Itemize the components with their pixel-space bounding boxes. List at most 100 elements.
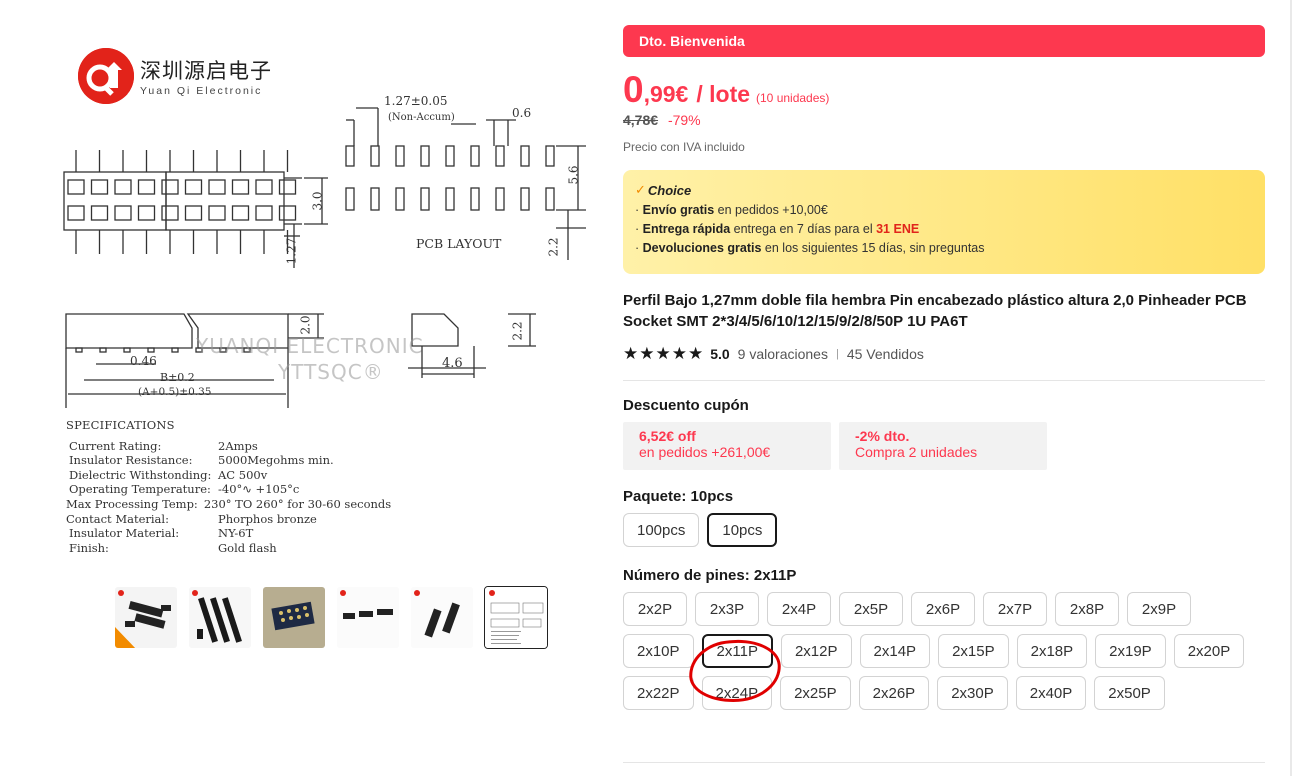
dim-b: B±0.2 (160, 371, 195, 384)
product-title: Perfil Bajo 1,27mm doble fila hembra Pin… (623, 292, 1247, 330)
contact-square (231, 179, 250, 195)
package-option-10pcs[interactable]: 10pcs (707, 513, 778, 547)
spec-row: Current Rating: 2Amps (66, 439, 391, 454)
thumbnail-1[interactable] (114, 586, 178, 649)
pin-option-2x10p[interactable]: 2x10P (623, 634, 694, 668)
original-price: 4,78€ (623, 112, 659, 128)
pin-option-2x4p[interactable]: 2x4P (767, 592, 831, 626)
benefit-free-returns: · Devoluciones gratis en los siguientes … (635, 241, 985, 255)
coupon-card[interactable]: 6,52€ off en pedidos +261,00€ (623, 422, 831, 470)
contact-square (184, 179, 203, 195)
front-pin (99, 347, 107, 353)
choice-benefits-box[interactable]: ✓ Choice · Envío gratis en pedidos +10,0… (623, 170, 1265, 274)
pin-option-2x6p[interactable]: 2x6P (911, 592, 975, 626)
product-main-image[interactable]: 深圳源启电子 Yuan Qi Electronic 1.27±0.05 (Non… (56, 28, 596, 578)
pin-option-2x18p[interactable]: 2x18P (1016, 634, 1088, 668)
contact-square (114, 179, 132, 195)
benefit-free-shipping: · Envío gratis en pedidos +10,00€ (635, 203, 828, 217)
spec-row: Max Processing Temp: 230° TO 260° for 30-… (66, 497, 391, 512)
spec-row: Finish: Gold flash (66, 541, 391, 556)
product-info-panel: Dto. Bienvenida 0 ,99€ / lote (10 unidad… (623, 25, 1265, 710)
contact-square (255, 179, 273, 195)
dim-a: (A+0.5)±0.35 (138, 386, 212, 398)
delivery-date: 31 ENE (876, 222, 920, 236)
thumbnail-6-selected[interactable] (484, 586, 548, 649)
sold-count: 45 Vendidos (846, 346, 924, 362)
pcb-pad (395, 187, 405, 211)
spec-key: Insulator Resistance: (69, 453, 193, 468)
thumbnail-2[interactable] (188, 586, 252, 649)
dim-1-27: 1.27 (284, 237, 299, 265)
thumbnail-5[interactable] (410, 586, 474, 649)
contact-square (90, 205, 109, 221)
pcb-pad (445, 145, 455, 167)
contact-square (278, 205, 297, 221)
pin-option-2x22p[interactable]: 2x22P (623, 676, 694, 710)
dim-5-6: 5.6 (566, 165, 581, 185)
pcb-pad (370, 145, 380, 167)
front-pin (123, 347, 131, 353)
pin-option-2x25p[interactable]: 2x25P (780, 676, 851, 710)
spec-key: Operating Temperature: (69, 482, 211, 497)
divider (623, 762, 1265, 763)
pin-option-2x15p[interactable]: 2x15P (938, 634, 1009, 668)
pcb-pad (395, 145, 405, 167)
contact-square (231, 205, 250, 221)
pin-option-2x50p[interactable]: 2x50P (1094, 676, 1165, 710)
dim-4-6: 4.6 (442, 356, 463, 371)
coupon-card[interactable]: -2% dto. Compra 2 unidades (839, 422, 1047, 470)
choice-title: Choice (647, 182, 692, 198)
pin-option-2x7p[interactable]: 2x7P (983, 592, 1047, 626)
pin-option-2x14p[interactable]: 2x14P (859, 634, 931, 668)
pcb-layout-label: PCB LAYOUT (416, 236, 502, 251)
pin-option-2x3p[interactable]: 2x3P (695, 592, 759, 626)
pin-option-2x12p[interactable]: 2x12P (780, 634, 852, 668)
price-unit: / lote (696, 81, 751, 107)
contact-square (161, 205, 179, 221)
rating-separator: | (835, 348, 839, 360)
price-quantity: (10 unidades) (756, 91, 830, 105)
pin-option-2x30p[interactable]: 2x30P (937, 676, 1008, 710)
current-price: 0 ,99€ / lote (10 unidades) (623, 71, 1265, 108)
package-options: 100pcs 10pcs (623, 513, 1265, 547)
pin-option-2x26p[interactable]: 2x26P (858, 676, 930, 710)
thumbnail-4[interactable] (336, 586, 400, 649)
spec-value: AC 500v (218, 467, 268, 482)
thumbnail-3[interactable] (262, 586, 326, 649)
spec-title: SPECIFICATIONS (66, 418, 175, 432)
spec-row: Dielectric Withstonding: AC 500v (66, 468, 391, 483)
front-pin (147, 347, 155, 353)
pin-option-2x5p[interactable]: 2x5P (839, 592, 903, 626)
pin-option-2x8p[interactable]: 2x8P (1055, 592, 1119, 626)
contact-square (137, 179, 156, 195)
spec-row: Operating Temperature: -40°∿ +105°c (66, 482, 391, 497)
pcb-pad (370, 187, 380, 211)
contact-square (278, 179, 297, 195)
spec-row: Insulator Resistance: 5000Megohms min. (66, 453, 391, 468)
contact-square (255, 205, 273, 221)
dim-2-2: 2.2 (546, 237, 561, 257)
rating-row[interactable]: ★★★★★ 5.0 9 valoraciones | 45 Vendidos (623, 344, 1265, 364)
reviews-count[interactable]: 9 valoraciones (738, 346, 828, 362)
package-option-100pcs[interactable]: 100pcs (623, 513, 700, 547)
pin-option-2x40p[interactable]: 2x40P (1015, 676, 1087, 710)
thumbnail-strip (114, 586, 548, 649)
original-price-row: 4,78€ -79% (623, 112, 1265, 128)
pin-option-2x2p[interactable]: 2x2P (623, 592, 687, 626)
pcb-pad (345, 145, 355, 167)
spec-key: Current Rating: (69, 438, 162, 453)
contact-square (208, 205, 226, 221)
contact-square (114, 205, 132, 221)
pcb-pad (495, 187, 505, 211)
spec-value: Phorphos bronze (218, 511, 317, 526)
spec-value: 230° TO 260° for 30-60 seconds (203, 496, 392, 511)
pcb-pad (545, 145, 555, 167)
pin-option-2x9p[interactable]: 2x9P (1127, 592, 1191, 626)
price-decimal: ,99€ (643, 81, 689, 107)
star-rating-icon: ★★★★★ (623, 344, 705, 363)
check-icon: ✓ (635, 182, 646, 197)
coupon-list: 6,52€ off en pedidos +261,00€ -2% dto. C… (623, 422, 1265, 470)
spec-value: 2Amps (218, 438, 258, 453)
pin-option-2x19p[interactable]: 2x19P (1095, 634, 1166, 668)
pin-option-2x20p[interactable]: 2x20P (1173, 634, 1245, 668)
